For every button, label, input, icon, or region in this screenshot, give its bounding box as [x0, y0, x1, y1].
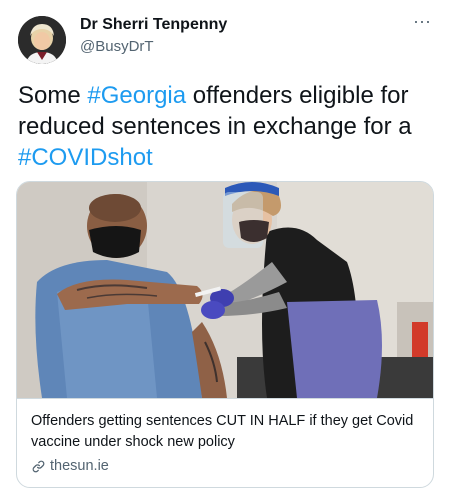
card-image[interactable] [17, 182, 433, 398]
profile-photo-icon [18, 16, 66, 64]
author-handle[interactable]: @BusyDrT [80, 38, 154, 55]
tweet-text: Some #Georgia offenders eligible for red… [18, 80, 438, 173]
tweet-text-part: Some [18, 82, 88, 109]
link-card[interactable]: Offenders getting sentences CUT IN HALF … [16, 181, 434, 488]
link-icon [32, 460, 45, 472]
author-name[interactable]: Dr Sherri Tenpenny [80, 16, 227, 34]
card-body[interactable]: Offenders getting sentences CUT IN HALF … [17, 398, 433, 487]
vaccination-photo-icon [17, 182, 433, 398]
hashtag-covidshot[interactable]: #COVIDshot [18, 144, 153, 171]
card-domain-text: thesun.ie [50, 458, 109, 474]
card-domain: thesun.ie [31, 458, 417, 474]
card-title: Offenders getting sentences CUT IN HALF … [31, 413, 414, 450]
hashtag-georgia[interactable]: #Georgia [87, 82, 186, 109]
avatar[interactable] [18, 16, 66, 64]
more-options-icon[interactable]: ··· [410, 12, 434, 34]
tweet[interactable]: Dr Sherri Tenpenny @BusyDrT ··· Some #Ge… [0, 0, 450, 500]
